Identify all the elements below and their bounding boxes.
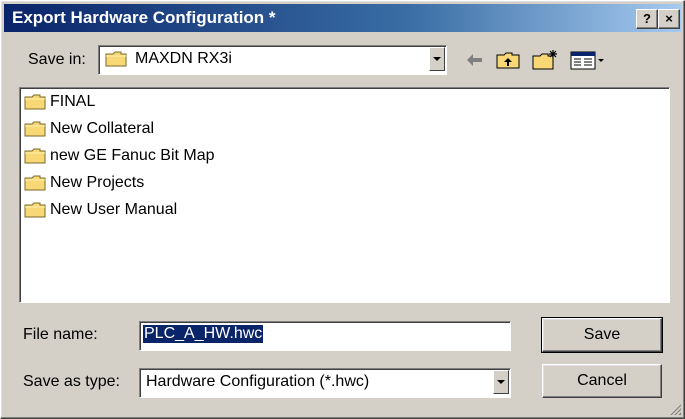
list-item-label: New Collateral [50,120,155,137]
window-title: Export Hardware Configuration * [12,8,276,27]
chevron-down-icon[interactable] [493,370,509,394]
folder-icon [24,121,46,137]
title-bar[interactable]: Export Hardware Configuration * ? × [4,4,681,32]
folder-icon [24,94,46,110]
view-menu-icon[interactable] [569,49,607,71]
export-dialog: Export Hardware Configuration * ? × Save… [0,0,685,419]
help-button[interactable]: ? [636,9,658,29]
list-item[interactable]: FINAL [22,91,252,113]
save-button[interactable]: Save [541,317,663,353]
resize-grip-icon[interactable] [669,403,681,415]
save-in-label: Save in: [28,51,86,68]
folder-icon [24,175,46,191]
list-item-label: FINAL [50,93,96,110]
list-item-label: New Projects [50,174,145,191]
list-item[interactable]: New Projects [22,172,252,194]
file-name-value: PLC_A_HW.hwc [143,325,264,343]
list-item[interactable]: New Collateral [22,118,252,140]
save-as-type-value: Hardware Configuration (*.hwc) [146,373,370,390]
save-in-value: MAXDN RX3i [135,50,232,67]
list-item-label: New User Manual [50,201,178,218]
close-button[interactable]: × [658,9,680,29]
folder-icon [24,202,46,218]
chevron-down-icon[interactable] [429,47,445,71]
up-folder-icon[interactable] [495,49,521,71]
cancel-button[interactable]: Cancel [542,364,662,398]
file-name-label: File name: [23,326,98,343]
save-as-type-dropdown[interactable]: Hardware Configuration (*.hwc) [139,368,511,398]
back-arrow-icon[interactable] [463,49,485,71]
folder-icon [24,148,46,164]
file-list[interactable]: FINAL New Collateral new GE Fanuc Bit Ma… [19,87,670,303]
list-item[interactable]: new GE Fanuc Bit Map [22,145,252,167]
folder-icon [105,51,127,67]
save-as-type-label: Save as type: [23,373,120,390]
list-item[interactable]: New User Manual [22,199,252,221]
file-name-input[interactable]: PLC_A_HW.hwc [139,321,511,351]
save-in-dropdown[interactable]: MAXDN RX3i [98,45,447,75]
list-item-label: new GE Fanuc Bit Map [50,147,215,164]
new-folder-icon[interactable] [531,49,559,71]
